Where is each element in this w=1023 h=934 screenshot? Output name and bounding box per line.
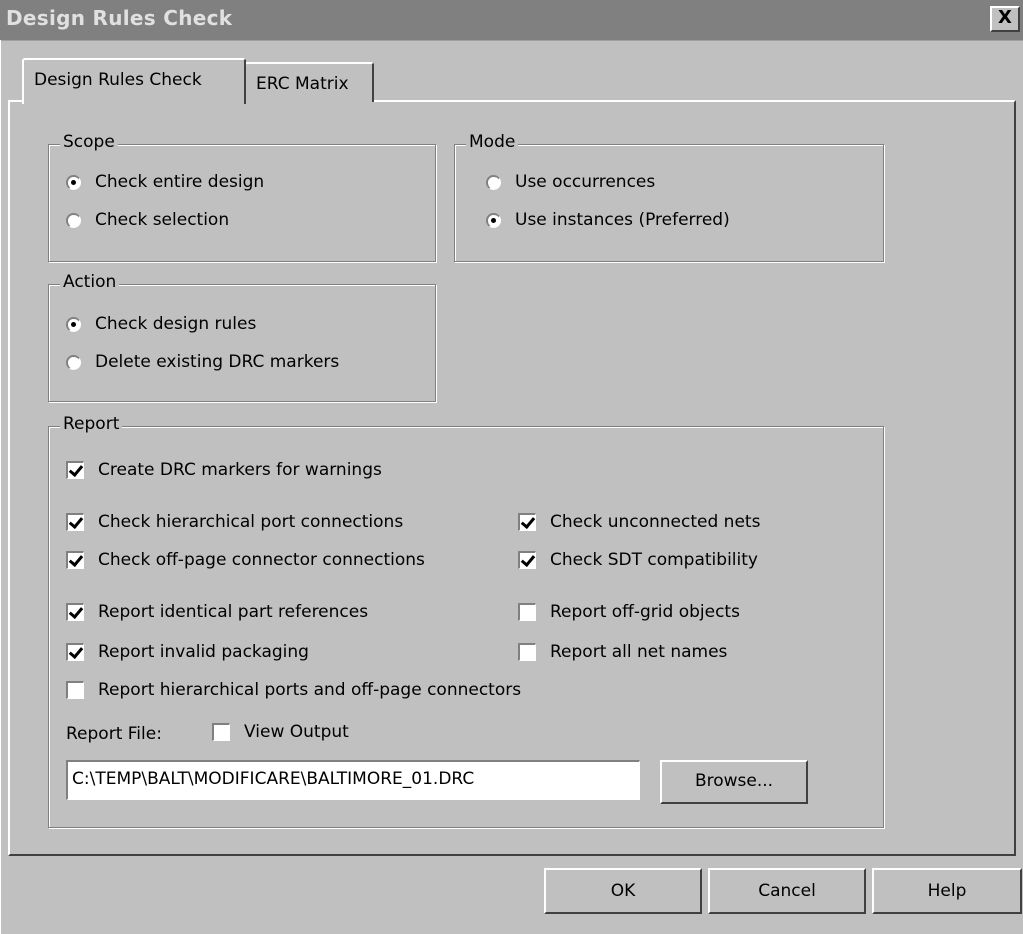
tab-design-rules-check[interactable]: Design Rules Check bbox=[22, 58, 246, 104]
action-legend: Action bbox=[60, 272, 120, 292]
radio-icon bbox=[66, 354, 81, 370]
check-view-output[interactable]: View Output bbox=[212, 722, 349, 742]
checkbox-icon bbox=[518, 551, 536, 569]
checkbox-icon bbox=[66, 551, 84, 569]
checkbox-icon bbox=[66, 681, 84, 699]
check-all-net-names[interactable]: Report all net names bbox=[518, 642, 727, 662]
scope-legend: Scope bbox=[60, 132, 118, 152]
tab-label: Design Rules Check bbox=[34, 70, 202, 90]
tab-erc-matrix[interactable]: ERC Matrix bbox=[244, 62, 374, 102]
title-bar: Design Rules Check X bbox=[0, 0, 1023, 41]
close-button[interactable]: X bbox=[990, 6, 1020, 32]
radio-check-design-rules[interactable]: Check design rules bbox=[66, 314, 256, 334]
checkbox-icon bbox=[212, 723, 230, 741]
report-file-input[interactable]: C:\TEMP\BALT\MODIFICARE\BALTIMORE_01.DRC bbox=[66, 760, 640, 800]
close-icon: X bbox=[998, 7, 1012, 28]
help-button[interactable]: Help bbox=[872, 868, 1022, 914]
checkbox-icon bbox=[518, 603, 536, 621]
radio-icon bbox=[486, 174, 501, 190]
checkbox-icon bbox=[518, 643, 536, 661]
checkbox-icon bbox=[66, 643, 84, 661]
radio-icon bbox=[486, 212, 501, 228]
check-hierarchical-port-connections[interactable]: Check hierarchical port connections bbox=[66, 512, 403, 532]
radio-icon bbox=[66, 316, 81, 332]
window-title: Design Rules Check bbox=[6, 6, 233, 30]
radio-use-instances[interactable]: Use instances (Preferred) bbox=[486, 210, 730, 230]
checkbox-icon bbox=[518, 513, 536, 531]
report-legend: Report bbox=[60, 414, 123, 434]
check-hierarchical-ports-off-page[interactable]: Report hierarchical ports and off-page c… bbox=[66, 680, 521, 700]
browse-button[interactable]: Browse... bbox=[660, 760, 808, 804]
report-file-label: Report File: bbox=[66, 724, 162, 744]
mode-legend: Mode bbox=[466, 132, 519, 152]
check-sdt-compatibility[interactable]: Check SDT compatibility bbox=[518, 550, 758, 570]
check-invalid-packaging[interactable]: Report invalid packaging bbox=[66, 642, 309, 662]
check-identical-part-references[interactable]: Report identical part references bbox=[66, 602, 368, 622]
radio-check-entire-design[interactable]: Check entire design bbox=[66, 172, 264, 192]
cancel-button[interactable]: Cancel bbox=[708, 868, 866, 914]
check-unconnected-nets[interactable]: Check unconnected nets bbox=[518, 512, 760, 532]
checkbox-icon bbox=[66, 603, 84, 621]
radio-icon bbox=[66, 212, 81, 228]
radio-use-occurrences[interactable]: Use occurrences bbox=[486, 172, 655, 192]
radio-check-selection[interactable]: Check selection bbox=[66, 210, 229, 230]
check-create-drc-markers-warnings[interactable]: Create DRC markers for warnings bbox=[66, 460, 382, 480]
action-group bbox=[48, 284, 436, 402]
tab-label: ERC Matrix bbox=[256, 74, 349, 94]
checkbox-icon bbox=[66, 461, 84, 479]
scope-group bbox=[48, 144, 436, 262]
radio-icon bbox=[66, 174, 81, 190]
check-off-grid-objects[interactable]: Report off-grid objects bbox=[518, 602, 740, 622]
ok-button[interactable]: OK bbox=[544, 868, 702, 914]
checkbox-icon bbox=[66, 513, 84, 531]
radio-delete-drc-markers[interactable]: Delete existing DRC markers bbox=[66, 352, 339, 372]
mode-group bbox=[454, 144, 884, 262]
check-off-page-connector-connections[interactable]: Check off-page connector connections bbox=[66, 550, 425, 570]
